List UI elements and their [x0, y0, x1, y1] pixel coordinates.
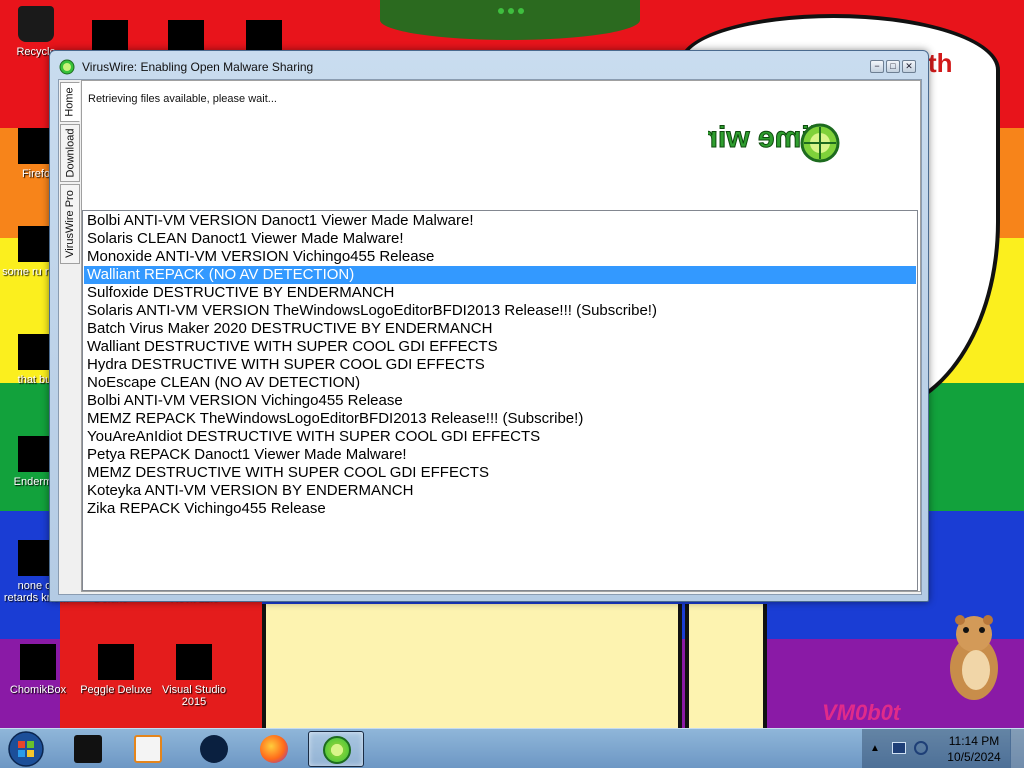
file-list-item[interactable]: Zika REPACK Vichingo455 Release	[84, 500, 916, 518]
home-tab-page: Retrieving files available, please wait.…	[81, 80, 921, 592]
show-desktop-button[interactable]	[1010, 729, 1024, 768]
recycle-bin-icon	[18, 6, 54, 42]
tab-home[interactable]: Home	[60, 82, 80, 122]
desktop-icon-label: Visual Studio 2015	[161, 684, 226, 708]
limewire-logo: lime wire	[708, 121, 840, 163]
side-tab-strip: Home Download VirusWire Pro	[60, 80, 80, 592]
file-list-item[interactable]: Petya REPACK Danoct1 Viewer Made Malware…	[84, 446, 916, 464]
tab-download[interactable]: Download	[60, 124, 80, 182]
clock-time[interactable]: 11:14 PM	[932, 734, 1016, 748]
desktop-icon-chomikbox[interactable]: ChomikBox	[2, 644, 74, 696]
tab-label: Download	[64, 128, 77, 178]
volume-icon[interactable]	[914, 741, 928, 755]
file-list-item[interactable]: Monoxide ANTI-VM VERSION Vichingo455 Rel…	[84, 248, 916, 266]
wallpaper-green-creature	[380, 0, 640, 40]
taskbar-app-orb[interactable]	[186, 731, 242, 767]
status-text: Retrieving files available, please wait.…	[88, 93, 277, 105]
file-list-item[interactable]: Hydra DESTRUCTIVE WITH SUPER COOL GDI EF…	[84, 356, 916, 374]
file-list-item[interactable]: Koteyka ANTI-VM VERSION BY ENDERMANCH	[84, 482, 916, 500]
desktop-icon-label: ChomikBox	[9, 684, 67, 696]
wallpaper-signature: VM0b0t	[822, 700, 901, 725]
tab-label: VirusWire Pro	[64, 190, 76, 258]
show-hidden-icons-button[interactable]: ▲	[870, 743, 880, 754]
start-button[interactable]	[4, 730, 48, 768]
clock-date[interactable]: 10/5/2024	[932, 750, 1016, 764]
limewire-icon	[323, 736, 351, 764]
terminal-icon	[74, 735, 102, 763]
file-list-item[interactable]: Walliant REPACK (NO AV DETECTION)	[84, 266, 916, 284]
visual-studio-icon	[176, 644, 212, 680]
file-list-item[interactable]: YouAreAnIdiot DESTRUCTIVE WITH SUPER COO…	[84, 428, 916, 446]
taskbar: ▲ 11:14 PM 10/5/2024	[0, 728, 1024, 768]
taskbar-app-media-player[interactable]	[120, 731, 176, 767]
viruswire-window[interactable]: VirusWire: Enabling Open Malware Sharing…	[49, 50, 929, 602]
tab-viruswire-pro[interactable]: VirusWire Pro	[60, 184, 80, 264]
file-list-item[interactable]: Bolbi ANTI-VM VERSION Danoct1 Viewer Mad…	[84, 212, 916, 230]
file-list-item[interactable]: MEMZ REPACK TheWindowsLogoEditorBFDI2013…	[84, 410, 916, 428]
system-tray: ▲ 11:14 PM 10/5/2024	[862, 729, 1024, 768]
peggle-icon	[98, 644, 134, 680]
orb-icon	[200, 735, 228, 763]
desktop-icon-label: Peggle Deluxe	[80, 684, 152, 696]
media-player-icon	[134, 735, 162, 763]
close-button[interactable]: ✕	[902, 60, 916, 73]
taskbar-app-firefox[interactable]	[246, 731, 302, 767]
file-list-item[interactable]: NoEscape CLEAN (NO AV DETECTION)	[84, 374, 916, 392]
file-list-item[interactable]: Solaris CLEAN Danoct1 Viewer Made Malwar…	[84, 230, 916, 248]
file-list-item[interactable]: Bolbi ANTI-VM VERSION Vichingo455 Releas…	[84, 392, 916, 410]
title-bar[interactable]: VirusWire: Enabling Open Malware Sharing…	[50, 51, 928, 81]
chomikbox-icon	[20, 644, 56, 680]
file-list-item[interactable]: Walliant DESTRUCTIVE WITH SUPER COOL GDI…	[84, 338, 916, 356]
hamster-picture	[950, 615, 998, 700]
network-icon[interactable]	[892, 742, 906, 754]
maximize-button[interactable]: □	[886, 60, 900, 73]
available-files-list[interactable]: Bolbi ANTI-VM VERSION Danoct1 Viewer Mad…	[82, 210, 918, 591]
wallpaper-bubble-text: th	[928, 48, 953, 78]
file-list-item[interactable]: Sulfoxide DESTRUCTIVE BY ENDERMANCH	[84, 284, 916, 302]
wallpaper-creature-eyes	[498, 8, 526, 18]
file-list-item[interactable]: Solaris ANTI-VM VERSION TheWindowsLogoEd…	[84, 302, 916, 320]
window-title: VirusWire: Enabling Open Malware Sharing	[82, 60, 314, 74]
minimize-button[interactable]: −	[870, 60, 884, 73]
wallpaper-figure-arm	[685, 604, 767, 728]
wallpaper-figure	[262, 604, 682, 728]
taskbar-app-viruswire[interactable]	[308, 731, 364, 767]
file-list-item[interactable]: Batch Virus Maker 2020 DESTRUCTIVE BY EN…	[84, 320, 916, 338]
lime-app-icon	[59, 59, 75, 75]
taskbar-app-terminal[interactable]	[60, 731, 116, 767]
tab-label: Home	[64, 87, 76, 117]
file-list-item[interactable]: MEMZ DESTRUCTIVE WITH SUPER COOL GDI EFF…	[84, 464, 916, 482]
desktop-icon-visual-studio[interactable]: Visual Studio 2015	[158, 644, 230, 708]
desktop-icon-peggle[interactable]: Peggle Deluxe	[80, 644, 152, 696]
window-client-area: Home Download VirusWire Pro Retrieving f…	[58, 79, 922, 595]
firefox-icon	[260, 735, 288, 763]
